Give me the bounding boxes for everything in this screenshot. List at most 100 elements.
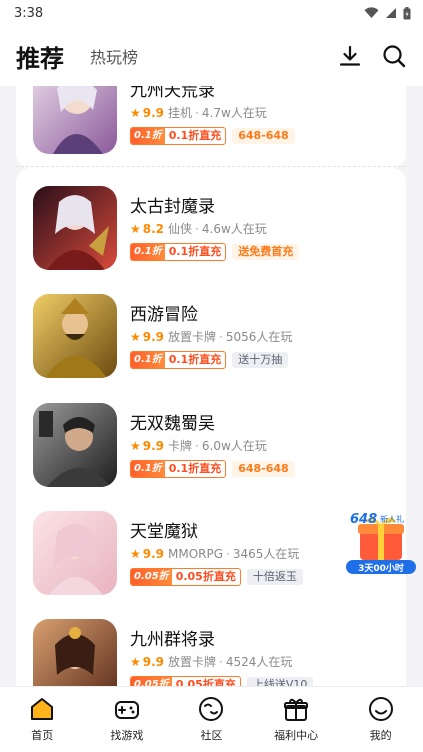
status-bar: 3:38 (0, 0, 423, 26)
discount-text: 0.1折直充 (168, 462, 222, 475)
game-tags: 0.1折 0.1折直充 648-648 (130, 460, 295, 478)
game-rating: 9.9 (142, 546, 165, 561)
nav-welfare-center[interactable]: 福利中心 (261, 695, 331, 743)
game-tags: 0.05折 0.05折直充 上线送V10 (130, 676, 314, 686)
separator-dot: · (195, 438, 199, 453)
tab-hot-ranking[interactable]: 热玩榜 (90, 44, 138, 68)
game-tags: 0.05折 0.05折直充 十倍返玉 (130, 568, 303, 586)
star-icon: ★ (130, 105, 141, 120)
search-button[interactable] (381, 43, 407, 69)
discount-badge: 0.05折 (131, 677, 172, 686)
signal-icon (386, 8, 396, 18)
game-icon (33, 186, 117, 270)
profile-icon (368, 697, 393, 721)
discount-tag: 0.1折 0.1折直充 (130, 460, 227, 478)
star-icon: ★ (130, 546, 141, 561)
star-icon: ★ (130, 654, 141, 669)
status-icons (364, 6, 411, 20)
game-players: 4.6w人在玩 (201, 222, 267, 236)
header-actions (337, 43, 407, 69)
game-tags: 0.1折 0.1折直充 送十万抽 (130, 351, 289, 369)
game-players: 4.7w人在玩 (201, 106, 267, 120)
discount-badge: 0.05折 (131, 569, 172, 585)
game-meta: ★ 9.9 卡牌 · 6.0w人在玩 (130, 437, 267, 454)
game-title: 天堂魔狱 (130, 522, 198, 542)
separator-dot: · (226, 546, 230, 561)
discount-tag: 0.1折 0.1折直充 (130, 243, 227, 261)
game-meta: ★ 8.2 仙侠 · 4.6w人在玩 (130, 220, 267, 237)
game-rating: 9.9 (142, 329, 165, 344)
list-item[interactable]: 太古封魔录 ★ 8.2 仙侠 · 4.6w人在玩 0.1折 0.1折直充 送免费… (33, 186, 393, 272)
discount-text: 0.1折直充 (168, 129, 222, 142)
game-tags: 0.1折 0.1折直充 648-648 (130, 127, 295, 145)
discount-badge: 0.1折 (131, 461, 165, 477)
gift-countdown: 3天00小时 (358, 564, 404, 574)
status-time: 3:38 (14, 5, 44, 21)
nav-home[interactable]: 首页 (7, 695, 77, 743)
nav-label: 福利中心 (274, 729, 319, 742)
star-icon: ★ (130, 221, 141, 236)
list-item[interactable]: 西游冒险 ★ 9.9 放置卡牌 · 5056人在玩 0.1折 0.1折直充 送十… (33, 294, 393, 380)
nav-label: 我的 (369, 729, 392, 742)
promo-tag: 送十万抽 (232, 352, 289, 368)
community-icon (199, 697, 224, 721)
nav-label: 找游戏 (110, 729, 144, 742)
discount-badge: 0.1折 (131, 244, 165, 260)
game-title: 西游冒险 (130, 305, 198, 325)
promo-tag: 十倍返玉 (246, 569, 303, 585)
game-meta: ★ 9.9 放置卡牌 · 4524人在玩 (130, 653, 292, 670)
discount-text: 0.1折直充 (168, 353, 222, 366)
game-icon (33, 619, 117, 686)
promo-tag: 648-648 (232, 461, 295, 477)
discount-tag: 0.05折 0.05折直充 (130, 568, 241, 586)
game-rating: 8.2 (142, 221, 165, 236)
discount-text: 0.1折直充 (168, 245, 222, 258)
game-icon (33, 403, 117, 487)
game-genre: 仙侠 (168, 222, 193, 236)
gift-icon (284, 698, 309, 721)
nav-find-games[interactable]: 找游戏 (92, 695, 162, 743)
list-item[interactable]: 无双魏蜀吴 ★ 9.9 卡牌 · 6.0w人在玩 0.1折 0.1折直充 648… (33, 403, 393, 489)
discount-badge: 0.1折 (131, 128, 165, 144)
promo-tag: 送免费首充 (232, 244, 300, 260)
game-meta: ★ 9.9 挂机 · 4.7w人在玩 (130, 104, 267, 121)
list-item[interactable]: 九州群将录 ★ 9.9 放置卡牌 · 4524人在玩 0.05折 0.05折直充… (33, 619, 393, 686)
game-genre: 卡牌 (168, 439, 193, 453)
search-icon (383, 45, 406, 68)
nav-community[interactable]: 社区 (176, 695, 246, 743)
game-rating: 9.9 (142, 105, 165, 120)
gamepad-icon (114, 701, 139, 719)
floating-gift-button[interactable]: 648 新人礼 3天00小时 (346, 510, 416, 576)
nav-profile[interactable]: 我的 (346, 695, 416, 743)
game-title: 九州群将录 (130, 630, 215, 650)
game-players: 3465人在玩 (232, 547, 300, 561)
game-genre: 挂机 (168, 106, 193, 120)
list-item[interactable]: 九州天荒录 ★ 9.9 挂机 · 4.7w人在玩 0.1折 0.1折直充 648… (33, 86, 393, 156)
game-players: 5056人在玩 (225, 330, 293, 344)
nav-label: 首页 (31, 729, 54, 742)
game-icon (33, 86, 117, 154)
download-button[interactable] (337, 43, 363, 69)
gift-amount: 648 (350, 512, 378, 527)
game-rating: 9.9 (142, 654, 165, 669)
discount-tag: 0.05折 0.05折直充 (130, 676, 241, 686)
home-icon (31, 698, 54, 720)
game-title: 无双魏蜀吴 (130, 414, 215, 434)
tab-recommend[interactable]: 推荐 (16, 39, 64, 74)
top-header: 推荐 热玩榜 (0, 26, 423, 86)
battery-icon (403, 6, 411, 19)
star-icon: ★ (130, 329, 141, 344)
game-title: 九州天荒录 (130, 86, 215, 101)
game-list-area[interactable]: 九州天荒录 ★ 9.9 挂机 · 4.7w人在玩 0.1折 0.1折直充 648… (0, 86, 423, 686)
list-item[interactable]: 天堂魔狱 ★ 9.9 MMORPG · 3465人在玩 0.05折 0.05折直… (33, 511, 393, 597)
game-meta: ★ 9.9 放置卡牌 · 5056人在玩 (130, 328, 292, 345)
promo-tag: 648-648 (232, 128, 295, 144)
separator-dot: · (195, 105, 199, 120)
game-title: 太古封魔录 (130, 197, 215, 217)
separator-dot: · (195, 221, 199, 236)
game-players: 4524人在玩 (225, 655, 293, 669)
bottom-nav: 首页 找游戏 社区 福利中心 我的 (0, 686, 423, 752)
download-icon (339, 45, 361, 66)
game-icon (33, 294, 117, 378)
star-icon: ★ (130, 438, 141, 453)
